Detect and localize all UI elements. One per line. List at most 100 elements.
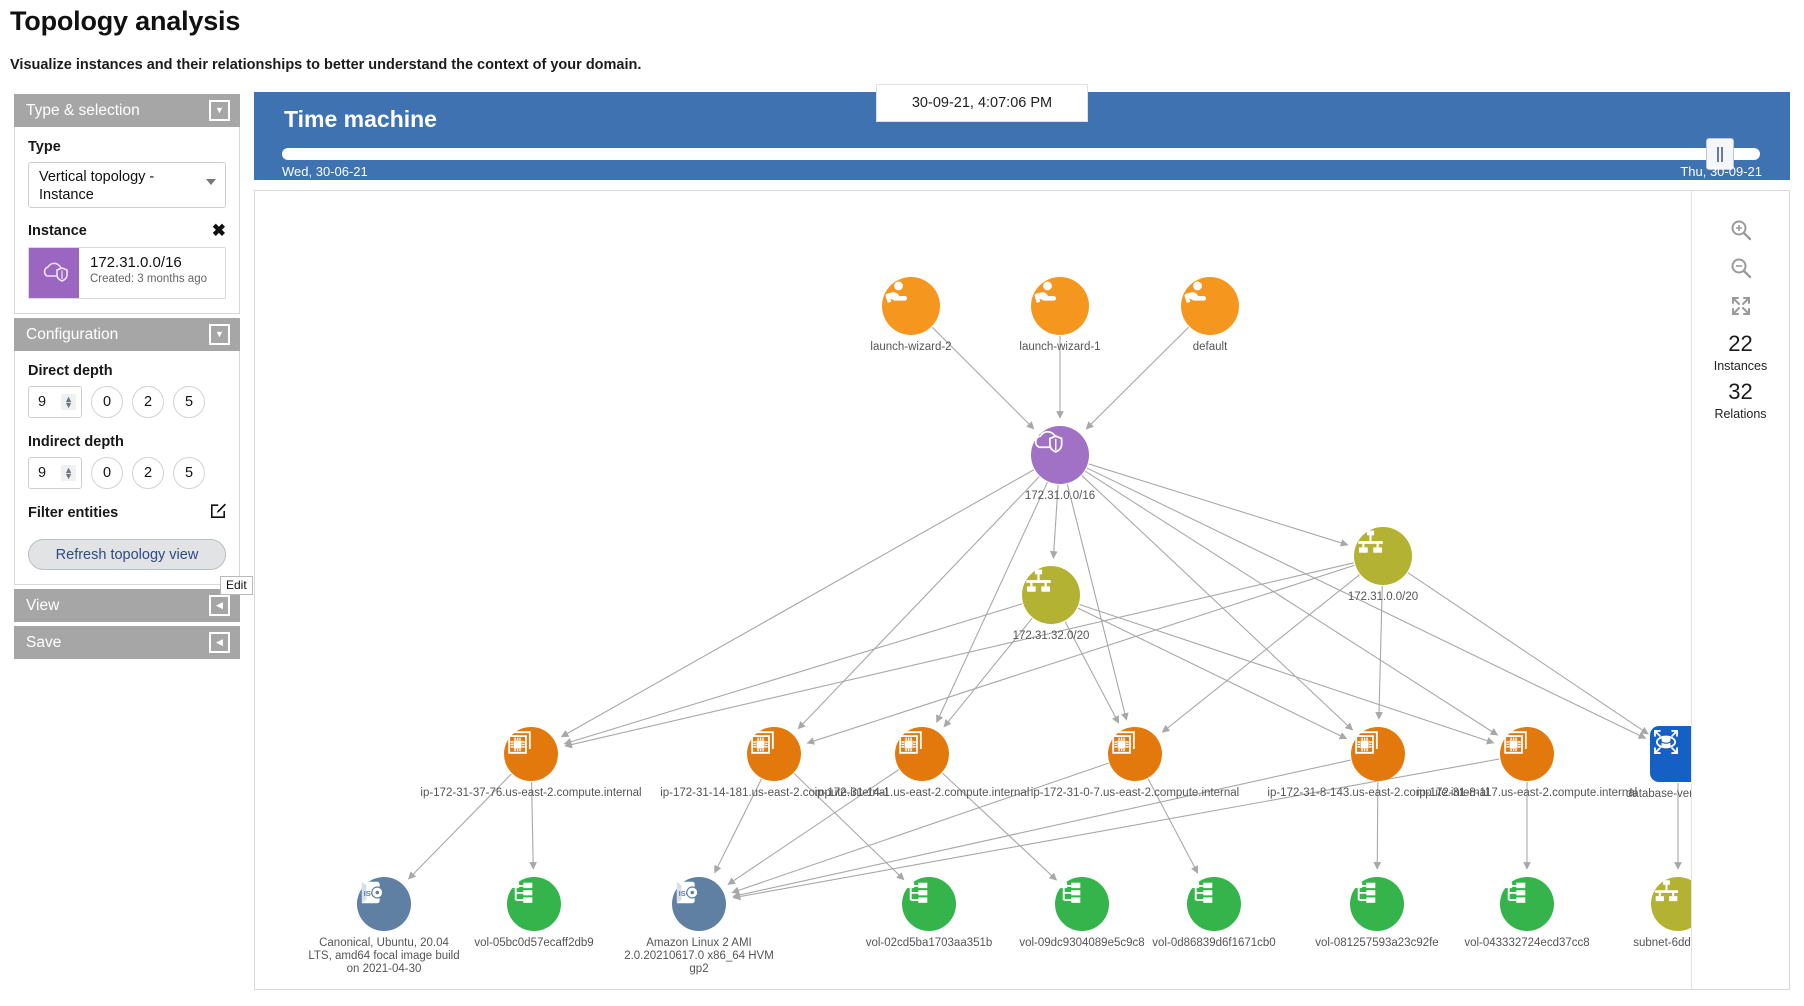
topology-node-image[interactable]: ISO <box>357 877 411 931</box>
chevron-left-icon[interactable]: ◀ <box>209 632 230 653</box>
topology-node-label: 172.31.32.0/20 <box>1012 630 1090 642</box>
topology-edge <box>1084 470 1499 736</box>
edit-pencil-icon[interactable] <box>210 503 226 523</box>
topology-node-volume[interactable] <box>1187 877 1241 931</box>
indirect-depth-preset-2[interactable]: 2 <box>132 457 164 489</box>
topology-node-image[interactable]: ISO <box>672 877 726 931</box>
panel-title-configuration: Configuration <box>26 325 119 343</box>
topology-edge <box>1079 603 1495 745</box>
indirect-depth-label: Indirect depth <box>28 434 124 450</box>
topology-node-label: subnet-6ddd2310 <box>1633 937 1691 949</box>
filter-entities-row: Filter entities <box>28 503 226 523</box>
panel-header-type-selection[interactable]: Type & selection ▼ <box>14 94 240 127</box>
direct-depth-preset-5[interactable]: 5 <box>173 386 205 418</box>
topology-node-label: vol-081257593a23c92fe <box>1315 937 1439 949</box>
topology-edge <box>1085 326 1190 430</box>
topology-node-volume[interactable] <box>1350 877 1404 931</box>
page-title: Topology analysis <box>10 6 241 36</box>
topology-node-label: default <box>1192 341 1228 353</box>
topology-node-label: ip-172-31-8-117.us-east-2.compute.intern… <box>1416 787 1638 799</box>
indirect-depth-preset-0[interactable]: 0 <box>91 457 123 489</box>
topology-node-vpc[interactable] <box>1031 426 1089 484</box>
topology-node-ec2[interactable] <box>1351 727 1405 781</box>
topology-node-volume[interactable] <box>1055 877 1109 931</box>
topology-node-volume[interactable] <box>902 877 956 931</box>
topology-node-label: vol-02cd5ba1703aa351b <box>865 937 993 949</box>
topology-node-label: vol-0d86839d6f1671cb0 <box>1152 937 1276 949</box>
topology-node-label: ip-172-31-0-7.us-east-2.compute.internal <box>1030 787 1240 799</box>
panel-body-type-selection: Type Vertical topology - Instance Instan… <box>14 127 240 314</box>
selected-instance-meta: 172.31.0.0/16 Created: 3 months ago <box>79 248 207 298</box>
topology-node-security-group[interactable] <box>1181 277 1239 335</box>
topology-node-subnet[interactable] <box>1354 527 1412 585</box>
topology-node-ec2[interactable] <box>1108 727 1162 781</box>
chevron-down-icon[interactable]: ▼ <box>209 324 230 345</box>
topology-edge <box>563 603 1023 746</box>
instance-label: Instance <box>28 222 87 239</box>
topology-node-security-group[interactable] <box>882 277 940 335</box>
topology-node-security-group[interactable] <box>1031 277 1089 335</box>
topology-edge <box>564 562 1354 749</box>
edit-tooltip: Edit <box>220 576 253 595</box>
topology-node-ec2[interactable] <box>747 727 801 781</box>
topology-node-subnet[interactable] <box>1022 566 1080 624</box>
stepper-icon[interactable]: ▲ ▼ <box>61 394 76 410</box>
topology-node-ec2[interactable] <box>895 727 949 781</box>
topology-node-ec2[interactable] <box>504 727 558 781</box>
panel-header-configuration[interactable]: Configuration ▼ <box>14 318 240 351</box>
topology-node-label: vol-043332724ecd37cc8 <box>1464 937 1590 949</box>
direct-depth-preset-0[interactable]: 0 <box>91 386 123 418</box>
sidebar: Type & selection ▼ Type Vertical topolog… <box>14 94 240 663</box>
refresh-topology-view-button[interactable]: Refresh topology view <box>28 539 226 570</box>
time-machine-bar: Time machine 30-09-21, 4:07:06 PM Wed, 3… <box>254 84 1790 180</box>
topology-node-volume[interactable] <box>507 877 561 931</box>
zoom-in-icon[interactable] <box>1724 211 1758 249</box>
direct-depth-preset-2[interactable]: 2 <box>132 386 164 418</box>
panel-configuration: Configuration ▼ Direct depth 9 ▲ ▼ 0 2 5 … <box>14 318 240 585</box>
relations-label: Relations <box>1714 407 1767 421</box>
chevron-left-icon[interactable]: ◀ <box>209 595 230 616</box>
topology-graph-panel: launch-wizard-2 launch-wizard-1 default 172… <box>254 190 1790 990</box>
panel-header-save[interactable]: Save ◀ <box>14 626 240 659</box>
indirect-depth-preset-5[interactable]: 5 <box>173 457 205 489</box>
graph-tools: 22 Instances 32 Relations <box>1691 191 1789 989</box>
topology-edge <box>731 762 1109 894</box>
panel-title-type-selection: Type & selection <box>26 101 140 119</box>
type-select-value: Vertical topology - Instance <box>39 169 155 203</box>
panel-header-view[interactable]: View ◀ <box>14 589 240 622</box>
topology-node-label: launch-wizard-2 <box>870 341 952 353</box>
chevron-down-icon[interactable]: ▼ <box>209 100 230 121</box>
type-label: Type <box>28 139 61 155</box>
direct-depth-label: Direct depth <box>28 363 113 379</box>
indirect-depth-input[interactable]: 9 ▲ ▼ <box>28 457 82 489</box>
main-area: Time machine 30-09-21, 4:07:06 PM Wed, 3… <box>254 84 1790 990</box>
topology-node-label: Amazon Linux 2 AMI 2.0.20210617.0 x86_64… <box>624 937 774 975</box>
instance-header-row: Instance ✖ <box>28 222 226 239</box>
time-machine-current-date[interactable]: 30-09-21, 4:07:06 PM <box>876 84 1088 122</box>
indirect-depth-value: 9 <box>38 465 47 481</box>
time-machine-title: Time machine <box>284 106 437 132</box>
time-machine-slider-track[interactable] <box>282 148 1760 160</box>
vpc-cloud-icon <box>29 248 79 298</box>
topology-edge <box>1081 475 1354 731</box>
page-subtitle: Visualize instances and their relationsh… <box>10 57 642 73</box>
zoom-out-icon[interactable] <box>1724 249 1758 287</box>
topology-canvas[interactable]: launch-wizard-2 launch-wizard-1 default 172… <box>255 191 1691 989</box>
direct-depth-input[interactable]: 9 ▲ ▼ <box>28 386 82 418</box>
selected-instance-card[interactable]: 172.31.0.0/16 Created: 3 months ago <box>28 247 226 299</box>
selected-instance-created: Created: 3 months ago <box>90 273 207 285</box>
clear-instance-button[interactable]: ✖ <box>212 222 226 239</box>
instances-count: 22 <box>1728 331 1753 356</box>
stepper-icon[interactable]: ▲ ▼ <box>61 465 76 481</box>
direct-depth-row: 9 ▲ ▼ 0 2 5 <box>28 386 226 418</box>
topology-node-ec2[interactable] <box>1500 727 1554 781</box>
topology-analysis-page: Topology analysis Visualize instances an… <box>0 0 1804 1006</box>
topology-node-rds[interactable] <box>1650 726 1691 782</box>
type-select[interactable]: Vertical topology - Instance <box>28 162 226 208</box>
topology-node-volume[interactable] <box>1500 877 1554 931</box>
fit-screen-icon[interactable] <box>1724 287 1758 325</box>
panel-body-configuration: Direct depth 9 ▲ ▼ 0 2 5 Indirect depth 9… <box>14 351 240 585</box>
topology-edge <box>1077 607 1348 740</box>
topology-node-label: vol-09dc9304089e5c9c8 <box>1019 937 1145 949</box>
topology-node-label: ip-172-31-37-76.us-east-2.compute.intern… <box>420 787 642 799</box>
